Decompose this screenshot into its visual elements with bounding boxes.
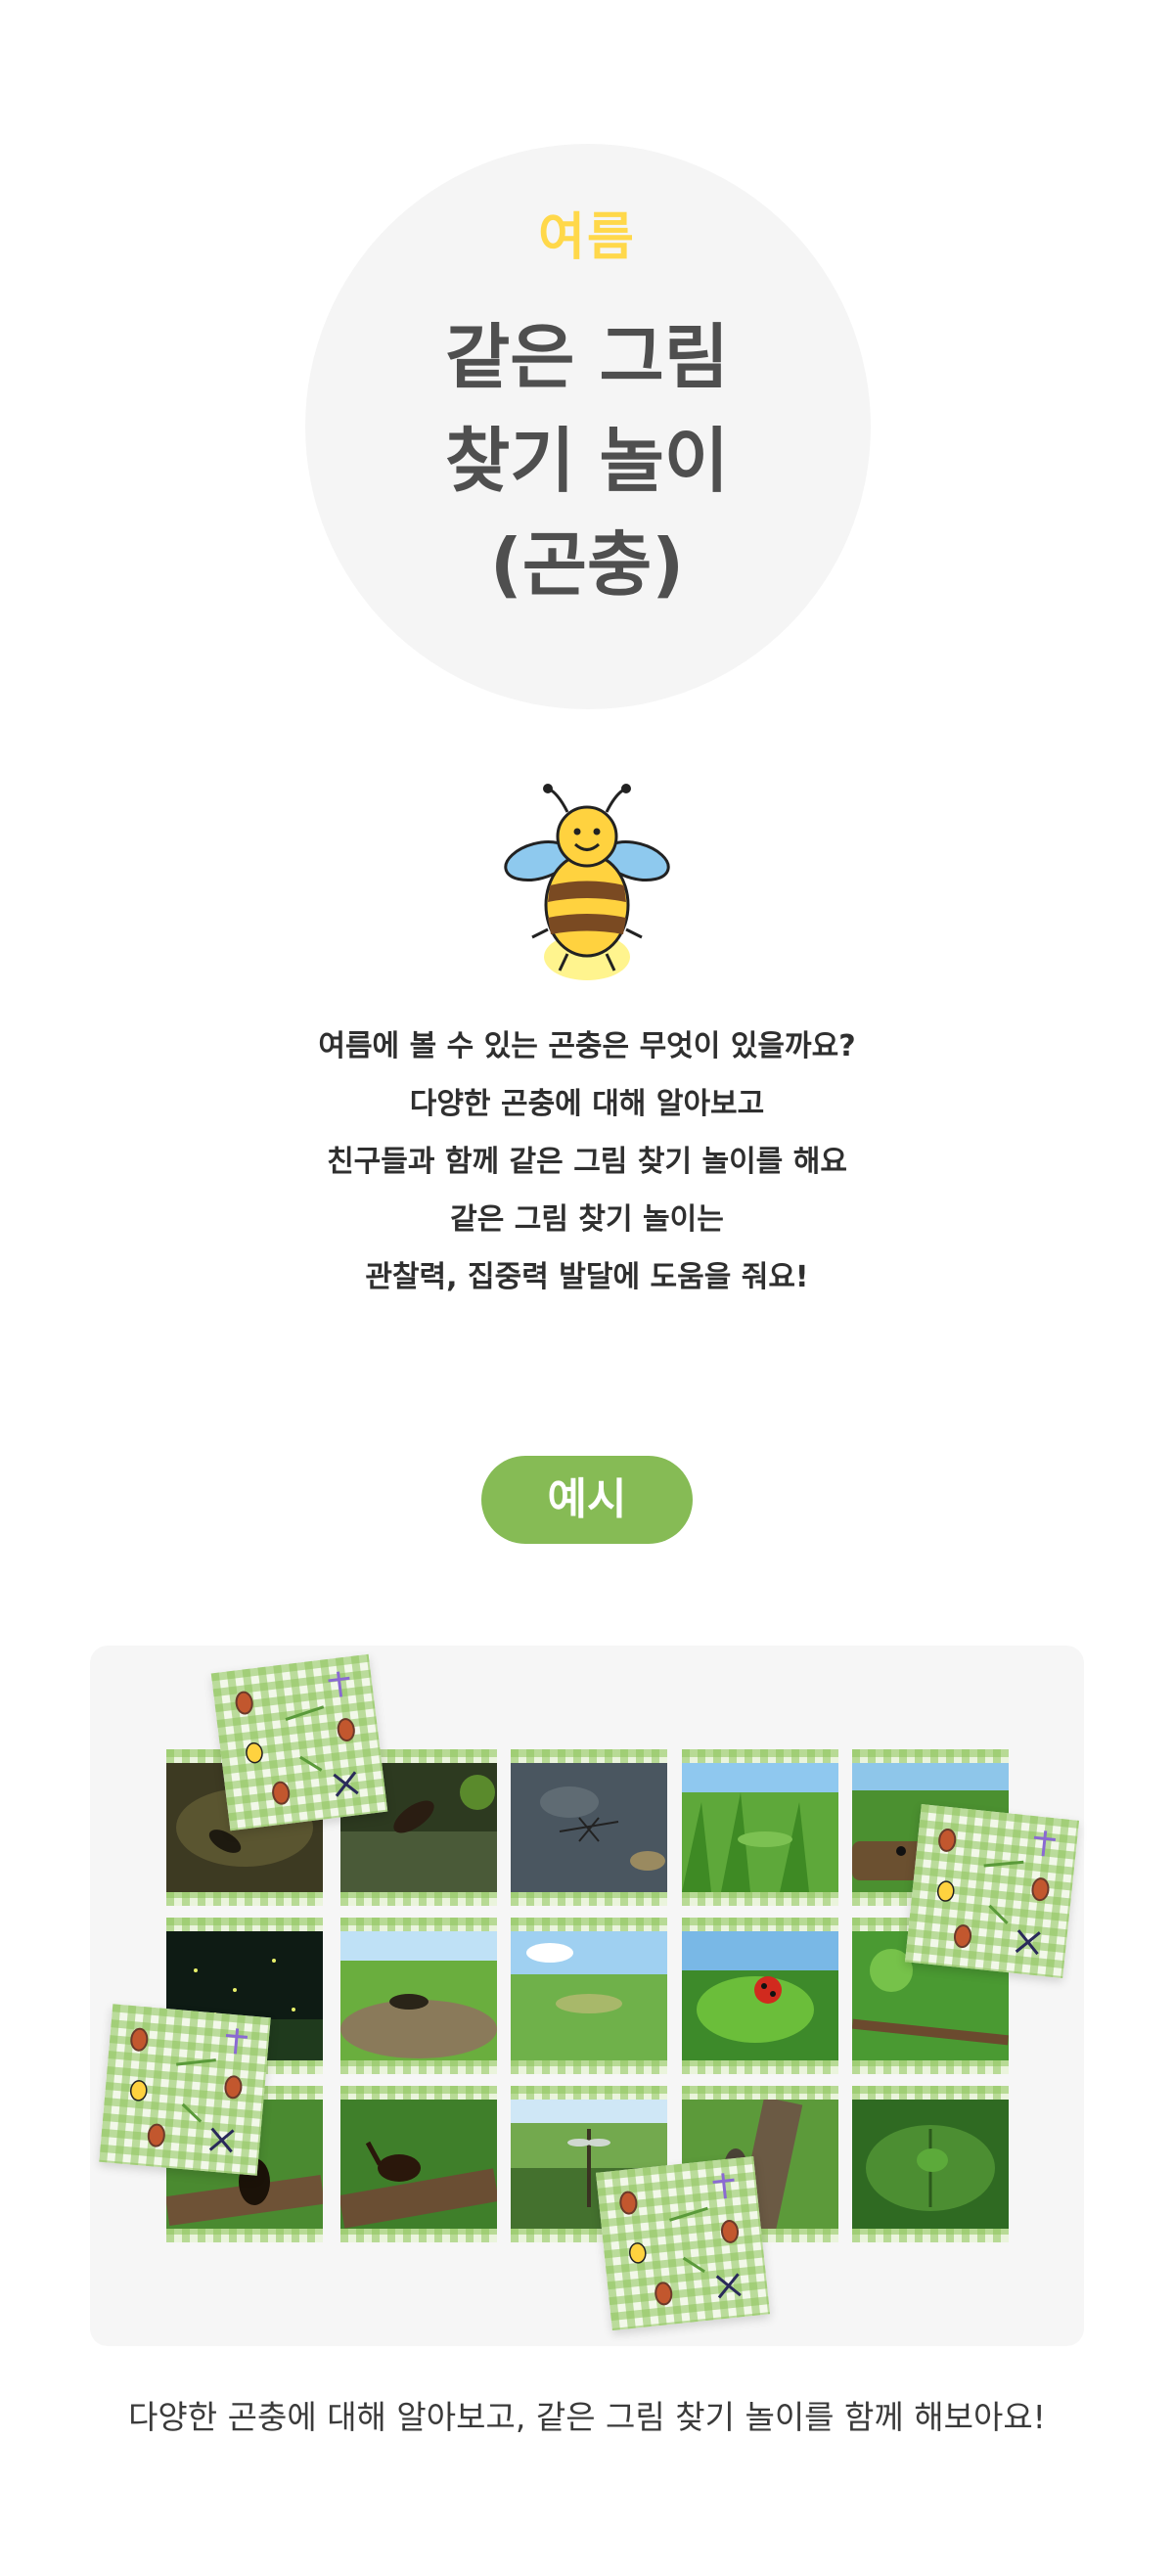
face-down-card[interactable]	[99, 2004, 271, 2176]
face-down-card[interactable]	[595, 2155, 771, 2331]
example-label: 예시	[481, 1456, 693, 1544]
card-rhinoceros-beetle[interactable]	[340, 2086, 497, 2242]
face-down-card[interactable]	[904, 1803, 1080, 1979]
page-title: 같은 그림 찾기 놀이 (곤충)	[0, 305, 1174, 616]
card-grasshopper[interactable]	[511, 1918, 667, 2074]
season-label: 여름	[538, 208, 636, 267]
description-line: 친구들과 함께 같은 그림 찾기 놀이를 해요	[327, 1145, 847, 1179]
card-cricket[interactable]	[340, 1918, 497, 2074]
title-line-3: (곤충)	[489, 523, 685, 606]
description-line: 다양한 곤충에 대해 알아보고	[409, 1087, 765, 1121]
title-line-1: 같은 그림	[444, 316, 730, 398]
card-ladybug[interactable]	[682, 1918, 838, 2074]
card-stink-bug[interactable]	[852, 2086, 1009, 2242]
example-caption: 다양한 곤충에 대해 알아보고, 같은 그림 찾기 놀이를 함께 해보아요!	[128, 2398, 1046, 2436]
insect-pattern-icon	[129, 2027, 248, 2153]
insect-pattern-icon	[936, 1828, 1057, 1956]
insect-pattern-icon	[619, 2173, 742, 2306]
description-line: 같은 그림 찾기 놀이는	[450, 1202, 724, 1237]
description-line: 여름에 볼 수 있는 곤충은 무엇이 있을까요?	[318, 1029, 856, 1063]
card-water-strider[interactable]	[511, 1749, 667, 1906]
description-line: 관찰력, 집중력 발달에 도움을 줘요!	[365, 1260, 809, 1294]
bee-illustration	[504, 784, 670, 980]
face-down-card[interactable]	[210, 1653, 388, 1831]
insect-pattern-icon	[235, 1671, 359, 1805]
description: 여름에 볼 수 있는 곤충은 무엇이 있을까요? 다양한 곤충에 대해 알아보고…	[0, 1017, 1174, 1306]
title-line-2: 찾기 놀이	[444, 420, 730, 502]
card-katydid[interactable]	[682, 1749, 838, 1906]
